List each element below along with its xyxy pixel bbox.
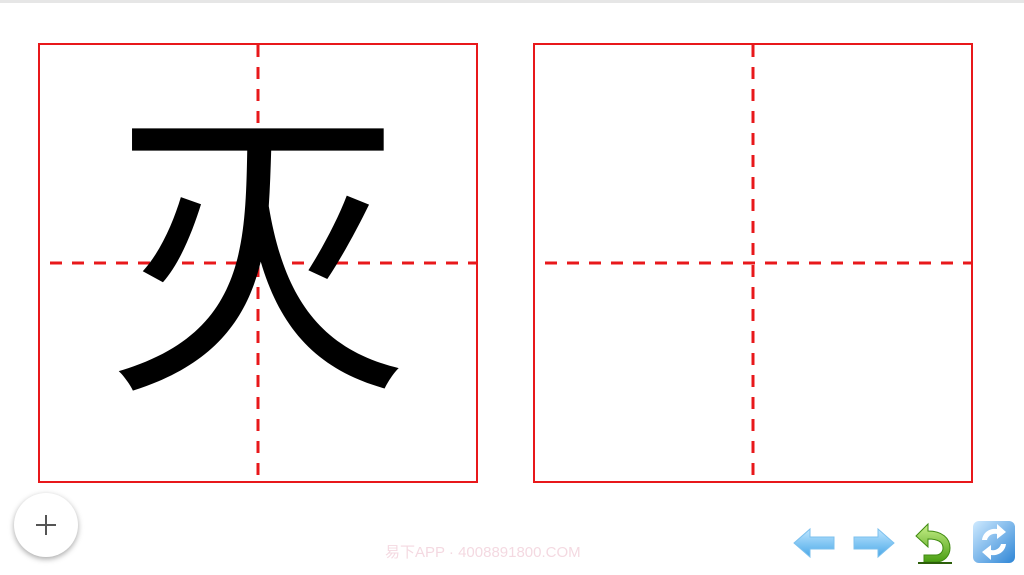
refresh-icon [973,521,1015,563]
next-button[interactable] [850,518,898,566]
undo-button[interactable] [910,518,958,566]
arrow-right-icon [853,527,895,559]
previous-button[interactable] [790,518,838,566]
example-character: 灭 [108,88,408,437]
arrow-left-icon [793,527,835,559]
watermark-text: 易下APP · 4008891800.COM [385,544,581,561]
plus-icon [36,515,56,535]
top-divider [0,0,1024,3]
add-button[interactable] [14,493,78,557]
refresh-button[interactable] [970,518,1018,566]
writing-practice-grid[interactable] [533,43,973,483]
grid-guide-lines [545,45,971,481]
undo-icon [915,522,952,564]
example-character-grid: 灭 [38,43,478,483]
